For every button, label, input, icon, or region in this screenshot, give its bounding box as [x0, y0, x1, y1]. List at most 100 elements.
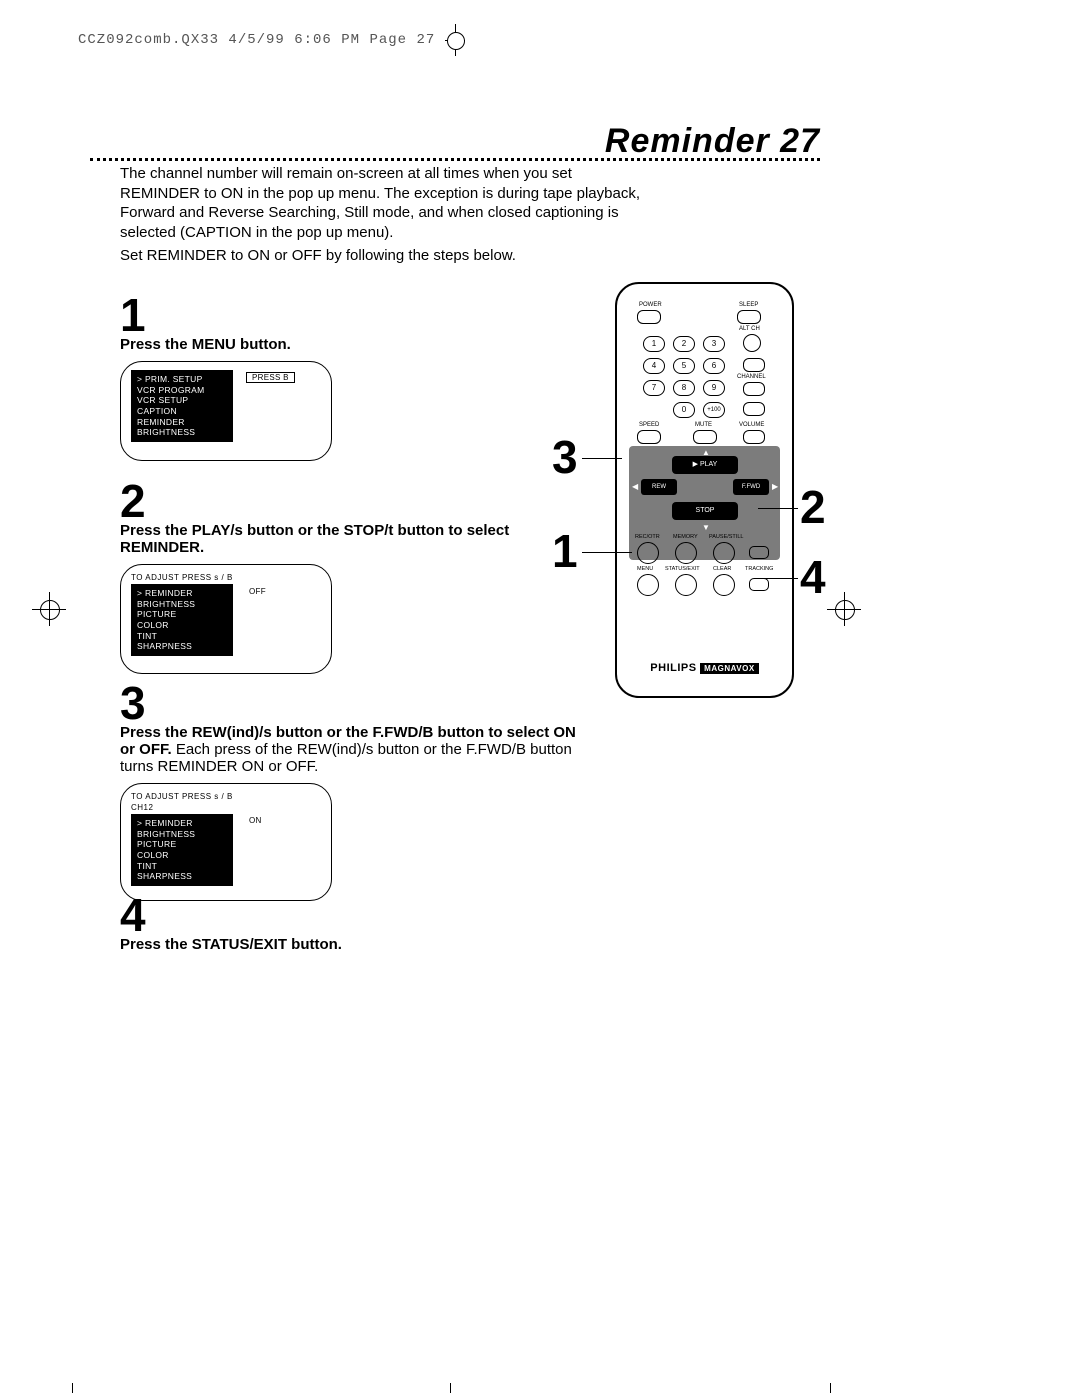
channel-up[interactable] [743, 358, 765, 372]
osd2-item: BRIGHTNESS [137, 599, 227, 610]
callout-4: 4 [800, 550, 826, 604]
step-3-text: Press the REW(ind)/s button or the F.FWD… [120, 724, 590, 775]
rew-button[interactable]: REW [641, 479, 677, 495]
channel-label: CHANNEL [737, 374, 766, 380]
vol-up[interactable] [743, 402, 765, 416]
speed-label: SPEED [639, 422, 659, 428]
osd-screen-2: TO ADJUST PRESS s / B OFF > REMINDER BRI… [120, 564, 332, 674]
step-3-number: 3 [120, 680, 590, 726]
remote-brand: PHILIPS MAGNAVOX [617, 662, 792, 674]
clear-label: CLEAR [713, 566, 731, 572]
page-title: Reminder 27 [605, 122, 820, 160]
osd3-item: > REMINDER [137, 818, 227, 829]
altch-button[interactable] [743, 334, 761, 352]
memory-button[interactable] [675, 542, 697, 564]
vol-down[interactable] [743, 430, 765, 444]
num-1[interactable]: 1 [643, 336, 665, 352]
channel-down[interactable] [743, 382, 765, 396]
osd2-item: TINT [137, 631, 227, 642]
mute-label: MUTE [695, 422, 712, 428]
left-arrow-icon: ◀ [632, 482, 638, 491]
osd1-item: VCR SETUP [137, 395, 227, 406]
remote-body: POWER SLEEP ALT CH 1 2 3 4 5 6 CHANNEL 7… [615, 282, 794, 698]
osd3-item: COLOR [137, 850, 227, 861]
num-2[interactable]: 2 [673, 336, 695, 352]
callout-4-line [758, 578, 798, 579]
intro-paragraph-1: The channel number will remain on-screen… [120, 164, 640, 242]
brand-magnavox: MAGNAVOX [700, 663, 759, 674]
step-1: 1 Press the MENU button. PRESS B > PRIM.… [120, 292, 590, 461]
num-9[interactable]: 9 [703, 380, 725, 396]
osd1-item: CAPTION [137, 406, 227, 417]
manual-page: CCZ092comb.QX33 4/5/99 6:06 PM Page 27 R… [0, 0, 1080, 1397]
pausestill-button[interactable] [713, 542, 735, 564]
osd1-item: > PRIM. SETUP [137, 374, 227, 385]
step-1-number: 1 [120, 292, 590, 338]
power-button[interactable] [637, 310, 661, 324]
callout-1-line [582, 552, 632, 553]
num-7[interactable]: 7 [643, 380, 665, 396]
step-4: 4 Press the STATUS/EXIT button. [120, 892, 590, 953]
callout-2: 2 [800, 480, 826, 534]
memory-label: MEMORY [673, 534, 698, 540]
callout-1: 1 [552, 524, 578, 578]
num-5[interactable]: 5 [673, 358, 695, 374]
sleep-label: SLEEP [739, 302, 758, 308]
osd3-item: TINT [137, 861, 227, 872]
down-arrow-icon: ▼ [702, 523, 710, 532]
callout-3: 3 [552, 430, 578, 484]
step-4-number: 4 [120, 892, 590, 938]
osd2-item: SHARPNESS [137, 641, 227, 652]
num-8[interactable]: 8 [673, 380, 695, 396]
pausestill-label: PAUSE/STILL [709, 534, 743, 540]
osd2-menu: > REMINDER BRIGHTNESS PICTURE COLOR TINT… [131, 584, 233, 656]
osd3-note2: CH12 [131, 803, 321, 812]
page-title-area: Reminder 27 [115, 122, 820, 161]
mute-button[interactable] [693, 430, 717, 444]
clear-button[interactable] [713, 574, 735, 596]
sleep-button[interactable] [737, 310, 761, 324]
num-3[interactable]: 3 [703, 336, 725, 352]
osd3-note1: TO ADJUST PRESS s / B [131, 792, 321, 801]
remote-illustration: POWER SLEEP ALT CH 1 2 3 4 5 6 CHANNEL 7… [615, 282, 790, 694]
step-2-number: 2 [120, 478, 590, 524]
recotr-button[interactable] [637, 542, 659, 564]
num-0[interactable]: 0 [673, 402, 695, 418]
tracking-up[interactable] [749, 546, 769, 559]
speed-button[interactable] [637, 430, 661, 444]
power-label: POWER [639, 302, 662, 308]
callout-3-line [582, 458, 622, 459]
tracking-down[interactable] [749, 578, 769, 591]
osd1-item: VCR PROGRAM [137, 385, 227, 396]
osd1-item: BRIGHTNESS [137, 427, 227, 438]
step-2: 2 Press the PLAY/s button or the STOP/t … [120, 478, 590, 674]
step-3: 3 Press the REW(ind)/s button or the F.F… [120, 680, 590, 901]
osd2-value: OFF [249, 587, 266, 596]
menu-label: MENU [637, 566, 653, 572]
osd3-menu: > REMINDER BRIGHTNESS PICTURE COLOR TINT… [131, 814, 233, 886]
status-label: STATUS/EXIT [665, 566, 700, 572]
menu-button[interactable] [637, 574, 659, 596]
stop-button[interactable]: STOP [672, 502, 738, 520]
callout-2-line [758, 508, 798, 509]
plus100[interactable]: +100 [703, 402, 725, 418]
imposition-header: CCZ092comb.QX33 4/5/99 6:06 PM Page 27 [78, 32, 435, 48]
osd2-item: COLOR [137, 620, 227, 631]
brand-philips: PHILIPS [650, 662, 696, 674]
status-button[interactable] [675, 574, 697, 596]
intro-paragraph-2: Set REMINDER to ON or OFF by following t… [120, 246, 640, 266]
play-button[interactable]: ▶ PLAY [672, 456, 738, 474]
osd3-item: BRIGHTNESS [137, 829, 227, 840]
recotr-label: REC/OTR [635, 534, 660, 540]
num-6[interactable]: 6 [703, 358, 725, 374]
osd3-item: PICTURE [137, 839, 227, 850]
osd1-menu: > PRIM. SETUP VCR PROGRAM VCR SETUP CAPT… [131, 370, 233, 442]
tracking-label: TRACKING [745, 566, 773, 572]
osd3-value: ON [249, 816, 262, 825]
ffwd-button[interactable]: F.FWD [733, 479, 769, 495]
osd-screen-1: PRESS B > PRIM. SETUP VCR PROGRAM VCR SE… [120, 361, 332, 461]
num-4[interactable]: 4 [643, 358, 665, 374]
osd3-item: SHARPNESS [137, 871, 227, 882]
crop-mark-top [445, 24, 465, 56]
step-4-text: Press the STATUS/EXIT button. [120, 936, 590, 953]
